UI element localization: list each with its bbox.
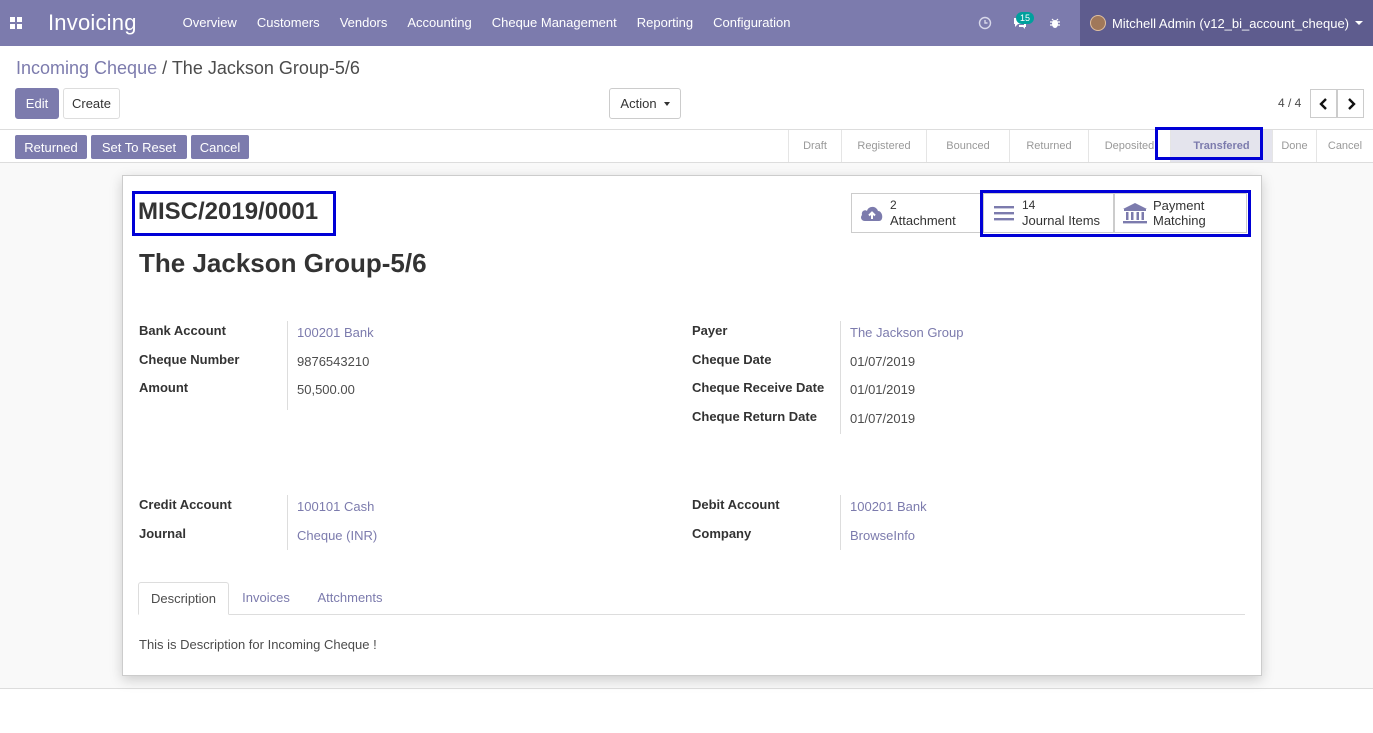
record-reference: MISC/2019/0001 (138, 198, 319, 225)
stage-returned[interactable]: Returned (1009, 130, 1088, 162)
user-avatar (1089, 15, 1106, 31)
pager-next-button[interactable] (1337, 89, 1364, 118)
cloud-upload-icon (858, 203, 886, 223)
attachment-label: Attachment (890, 213, 956, 228)
group1-right-separator (840, 321, 841, 434)
attachment-smart-button[interactable]: 2 Attachment (851, 193, 982, 233)
pager-previous-button[interactable] (1310, 89, 1337, 118)
group2-left-separator (287, 495, 288, 550)
stage-transfered[interactable]: Transfered (1170, 130, 1272, 162)
payer-value[interactable]: The Jackson Group (850, 325, 963, 340)
stage-draft[interactable]: Draft (788, 130, 841, 162)
notebook-tabs: Description Invoices Attchments (138, 582, 1245, 615)
company-label: Company (692, 526, 752, 541)
payment-matching-smart-button[interactable]: Payment Matching (1114, 193, 1247, 233)
stage-done[interactable]: Done (1272, 130, 1316, 162)
bank-institution-icon (1121, 202, 1149, 224)
activity-clock-icon[interactable] (970, 0, 1000, 46)
stage-bounced[interactable]: Bounced (926, 130, 1009, 162)
bank-account-value[interactable]: 100201 Bank (297, 325, 374, 340)
description-text: This is Description for Incoming Cheque … (139, 637, 377, 652)
record-title: The Jackson Group-5/6 (139, 248, 427, 278)
menu-configuration[interactable]: Configuration (703, 0, 800, 46)
cheque-number-value: 9876543210 (297, 354, 370, 369)
menu-cheque-management[interactable]: Cheque Management (482, 0, 627, 46)
payment-matching-line2: Matching (1153, 213, 1206, 228)
breadcrumb-parent-link[interactable]: Incoming Cheque (16, 58, 157, 78)
caret-down-icon (663, 101, 670, 106)
cheque-receive-date-value: 01/01/2019 (850, 382, 916, 397)
cheque-receive-date-label: Cheque Receive Date (692, 380, 825, 395)
breadcrumb-separator: / (162, 58, 168, 78)
set-to-reset-button[interactable]: Set To Reset (91, 135, 187, 159)
tab-invoices[interactable]: Invoices (234, 582, 298, 615)
apps-grid-icon[interactable] (0, 0, 32, 46)
menu-accounting[interactable]: Accounting (397, 0, 481, 46)
cheque-number-label: Cheque Number (139, 352, 240, 367)
cheque-date-label: Cheque Date (692, 352, 772, 367)
tab-description[interactable]: Description (138, 582, 229, 615)
amount-label: Amount (139, 380, 189, 395)
main-menu: Overview Customers Vendors Accounting Ch… (173, 0, 801, 46)
top-navbar: Invoicing Overview Customers Vendors Acc… (0, 0, 1373, 46)
cheque-date-value: 01/07/2019 (850, 354, 916, 369)
attachment-count: 2 (890, 198, 897, 212)
action-dropdown[interactable]: Action (609, 88, 681, 119)
user-menu[interactable]: Mitchell Admin (v12_bi_account_cheque) (1079, 0, 1373, 46)
bank-account-label: Bank Account (139, 323, 226, 338)
stage-cancel[interactable]: Cancel (1316, 130, 1373, 162)
user-name: Mitchell Admin (v12_bi_account_cheque) (1111, 15, 1349, 31)
journal-items-smart-button[interactable]: 14 Journal Items (983, 193, 1114, 233)
tab-attchments[interactable]: Attchments (310, 582, 390, 615)
group1-left-separator (287, 321, 288, 410)
company-value[interactable]: BrowseInfo (850, 528, 915, 543)
systray: 15 Mitchell Admin (v12_bi_account_cheque… (970, 0, 1373, 46)
payer-label: Payer (692, 323, 728, 338)
group2-right-separator (840, 495, 841, 550)
credit-account-label: Credit Account (139, 497, 232, 512)
pager-value: 4 / 4 (1278, 96, 1302, 110)
messages-chat-icon[interactable]: 15 (1000, 0, 1040, 46)
menu-overview[interactable]: Overview (173, 0, 247, 46)
credit-account-value[interactable]: 100101 Cash (297, 499, 374, 514)
breadcrumb: Incoming Cheque / The Jackson Group-5/6 (16, 58, 360, 79)
journal-label: Journal (139, 526, 186, 541)
status-bar: Returned Set To Reset Cancel Draft Regis… (0, 129, 1373, 163)
menu-reporting[interactable]: Reporting (627, 0, 703, 46)
stage-deposited[interactable]: Deposited (1088, 130, 1170, 162)
debit-account-label: Debit Account (692, 497, 780, 512)
stage-registered[interactable]: Registered (841, 130, 926, 162)
journal-items-count: 14 (1022, 198, 1036, 212)
chevron-right-icon (1347, 97, 1356, 110)
cheque-return-date-label: Cheque Return Date (692, 409, 817, 424)
chevron-left-icon (1318, 97, 1327, 110)
payment-matching-line1: Payment (1153, 198, 1205, 213)
list-bars-icon (990, 204, 1018, 222)
create-button[interactable]: Create (63, 88, 120, 119)
stage-pipeline: Draft Registered Bounced Returned Deposi… (788, 130, 1373, 162)
cancel-button[interactable]: Cancel (191, 135, 249, 159)
debug-bug-icon[interactable] (1040, 0, 1070, 46)
app-title[interactable]: Invoicing (48, 10, 137, 36)
menu-vendors[interactable]: Vendors (330, 0, 398, 46)
journal-value[interactable]: Cheque (INR) (297, 528, 377, 543)
cheque-return-date-value: 01/07/2019 (850, 411, 916, 426)
journal-items-label: Journal Items (1022, 213, 1101, 228)
amount-value: 50,500.00 (297, 382, 355, 397)
messages-count-badge: 15 (1015, 12, 1034, 24)
returned-button[interactable]: Returned (15, 135, 87, 159)
menu-customers[interactable]: Customers (247, 0, 330, 46)
chevron-down-icon (1355, 21, 1363, 25)
breadcrumb-current: The Jackson Group-5/6 (171, 58, 360, 78)
debit-account-value[interactable]: 100201 Bank (850, 499, 927, 514)
edit-button[interactable]: Edit (15, 88, 59, 119)
action-label: Action (620, 96, 657, 111)
